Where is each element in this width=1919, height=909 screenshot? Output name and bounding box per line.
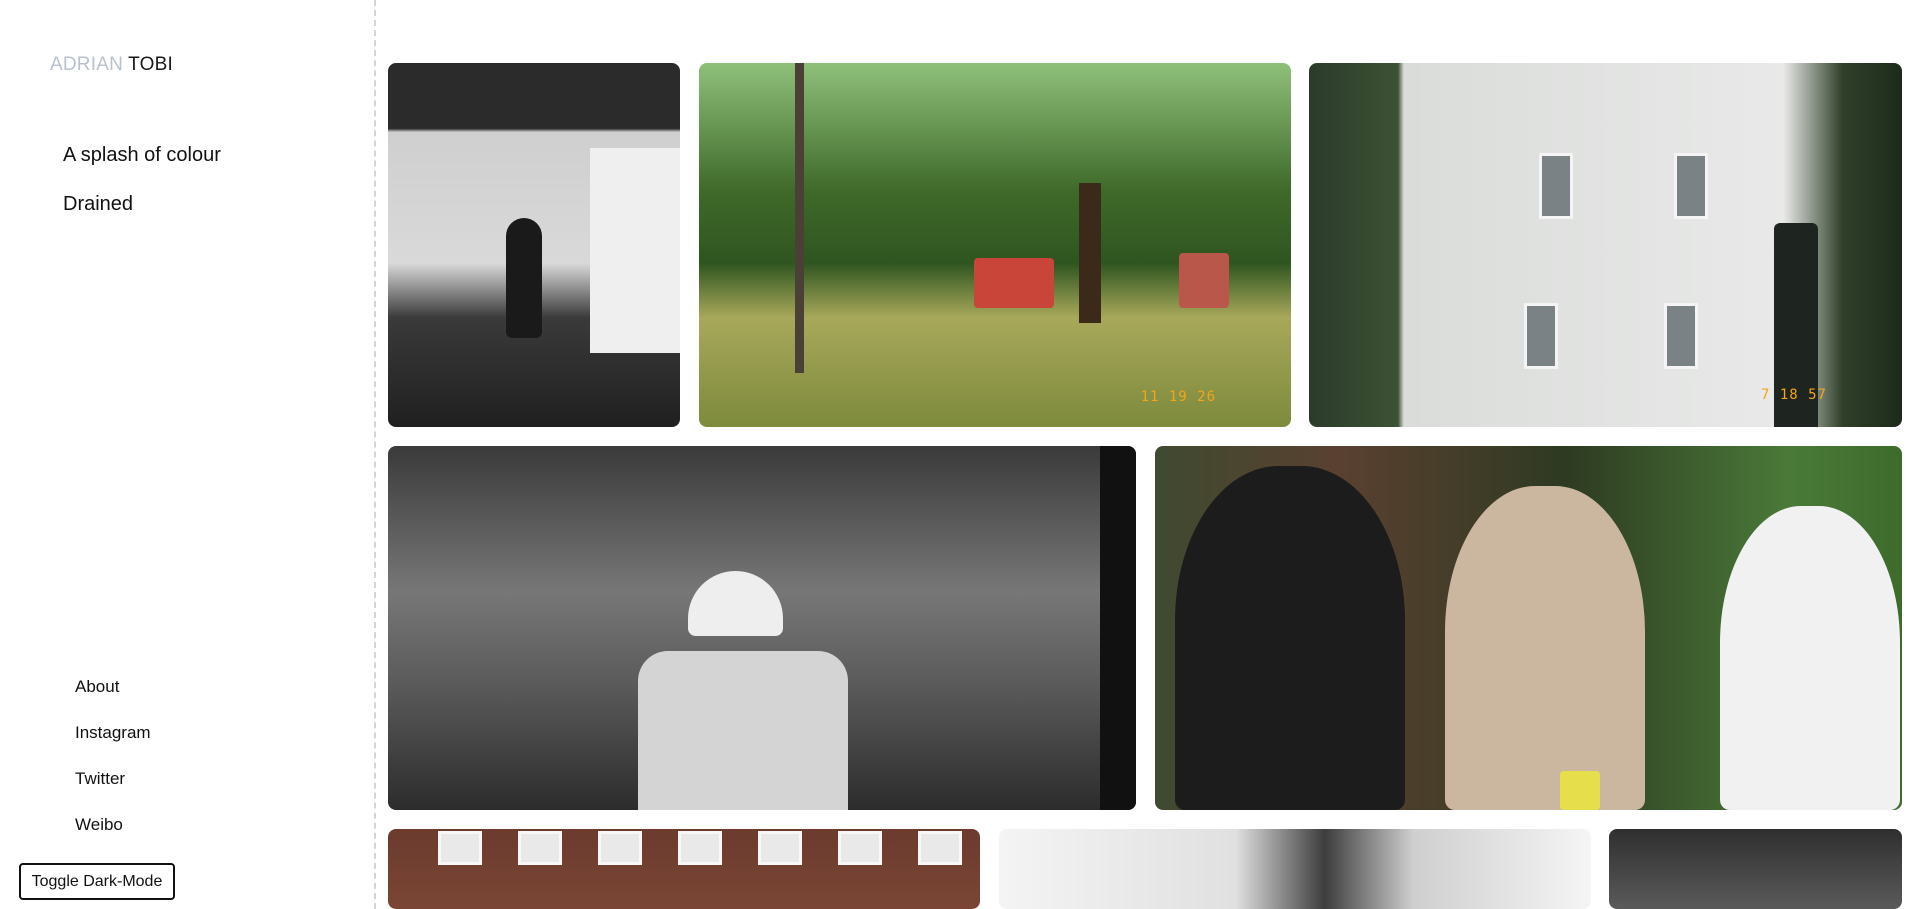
secondary-nav: About Instagram Twitter Weibo	[75, 674, 151, 858]
photo-window-shape	[438, 831, 482, 865]
photo-window-shape	[1674, 153, 1708, 219]
photo-sign-shape	[1100, 446, 1136, 810]
site-logo[interactable]: ADRIAN TOBI	[50, 54, 173, 76]
photo-brick-building[interactable]	[388, 829, 980, 909]
photo-figure-shape	[506, 218, 542, 338]
photo-construction-worker[interactable]	[388, 446, 1136, 810]
photo-wall-shape	[590, 148, 680, 353]
toggle-dark-mode-button[interactable]: Toggle Dark-Mode	[19, 863, 175, 900]
photo-person-shape	[1175, 466, 1405, 810]
photo-window-shape	[1664, 303, 1698, 369]
photo-playground-shape-2	[1179, 253, 1229, 308]
photo-park-playground[interactable]: 11 19 26	[699, 63, 1291, 427]
photo-worker-body-shape	[638, 651, 848, 810]
photo-playground-shape	[974, 258, 1054, 308]
photo-window-shape	[678, 831, 722, 865]
nav-item-twitter[interactable]: Twitter	[75, 766, 151, 812]
nav-item-about[interactable]: About	[75, 674, 151, 720]
photo-person-dancing[interactable]	[388, 63, 680, 427]
photo-white-building[interactable]: 7 18 57	[1309, 63, 1902, 427]
logo-last-name: TOBI	[128, 54, 173, 75]
photo-helmet-shape	[688, 571, 783, 636]
photo-person-shape	[1720, 506, 1900, 810]
photo-date-stamp: 11 19 26	[1140, 389, 1216, 405]
photo-window-shape	[838, 831, 882, 865]
photo-window-shape	[518, 831, 562, 865]
photo-gallery: 11 19 26 7 18 57	[388, 0, 1902, 909]
photo-cup-shape	[1560, 771, 1600, 810]
photo-window-shape	[1524, 303, 1558, 369]
photo-window-shape	[598, 831, 642, 865]
photo-date-stamp: 7 18 57	[1760, 387, 1827, 403]
logo-first-name: ADRIAN	[50, 54, 123, 75]
nav-item-drained[interactable]: Drained	[63, 189, 221, 238]
photo-window-shape	[918, 831, 962, 865]
photo-tree-trunk-shape	[1079, 183, 1101, 323]
photo-blurred-figure[interactable]	[999, 829, 1591, 909]
photo-window-shape	[758, 831, 802, 865]
photo-dark-wall[interactable]	[1609, 829, 1902, 909]
collections-nav: A splash of colour Drained	[63, 140, 221, 238]
nav-item-weibo[interactable]: Weibo	[75, 812, 151, 858]
nav-item-a-splash-of-colour[interactable]: A splash of colour	[63, 140, 221, 189]
photo-friends-garden[interactable]	[1155, 446, 1902, 810]
sidebar: ADRIAN TOBI A splash of colour Drained A…	[0, 0, 376, 909]
photo-window-shape	[1539, 153, 1573, 219]
photo-pole-shape	[795, 63, 804, 373]
nav-item-instagram[interactable]: Instagram	[75, 720, 151, 766]
photo-person-shape	[1445, 486, 1645, 810]
